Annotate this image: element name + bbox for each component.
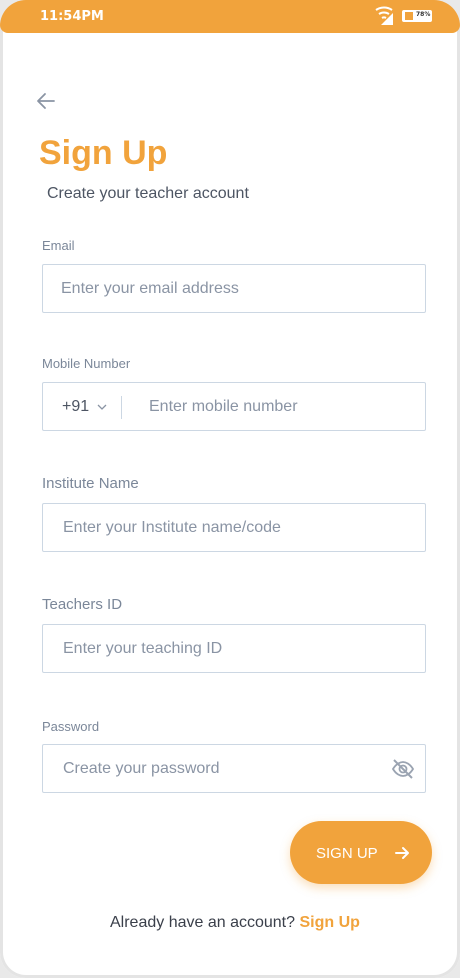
mobile-input[interactable]	[131, 383, 421, 430]
status-bar: 11:54PM 78%	[0, 0, 460, 33]
password-input[interactable]	[43, 745, 425, 792]
teacher-id-input[interactable]	[43, 625, 425, 672]
country-code-divider	[121, 396, 122, 419]
teacher-id-field-box	[42, 624, 426, 673]
institute-input[interactable]	[43, 504, 425, 551]
institute-label: Institute Name	[42, 475, 139, 492]
password-field-box	[42, 744, 426, 793]
mobile-label: Mobile Number	[42, 356, 131, 371]
wifi-signal-icon	[375, 6, 393, 25]
eye-off-icon[interactable]	[391, 757, 415, 781]
sign-up-button-label: SIGN UP	[316, 845, 378, 862]
email-input[interactable]	[43, 265, 425, 312]
sign-in-link[interactable]: Sign Up	[299, 914, 359, 931]
email-label: Email	[42, 238, 75, 253]
email-field-box	[42, 264, 426, 313]
page-subtitle: Create your teacher account	[47, 185, 249, 202]
footer: Already have an account? Sign Up	[110, 914, 360, 932]
country-code-select[interactable]: +91	[62, 398, 108, 416]
phone-screen: 11:54PM 78% Sign Up Create your teacher …	[0, 0, 460, 978]
institute-field-box	[42, 503, 426, 552]
chevron-down-icon	[97, 404, 107, 410]
arrow-left-icon[interactable]	[35, 90, 57, 112]
battery-icon: 78%	[402, 10, 432, 22]
sign-up-button[interactable]: SIGN UP	[290, 821, 432, 884]
battery-level: 78%	[416, 11, 431, 18]
country-code-value: +91	[62, 398, 90, 415]
page-title: Sign Up	[39, 134, 168, 172]
mobile-field-box: +91	[42, 382, 426, 431]
password-label: Password	[42, 719, 100, 734]
status-time: 11:54PM	[40, 9, 104, 24]
teacher-id-label: Teachers ID	[42, 596, 123, 613]
footer-prompt: Already have an account?	[110, 914, 296, 931]
arrow-right-icon	[395, 847, 409, 859]
